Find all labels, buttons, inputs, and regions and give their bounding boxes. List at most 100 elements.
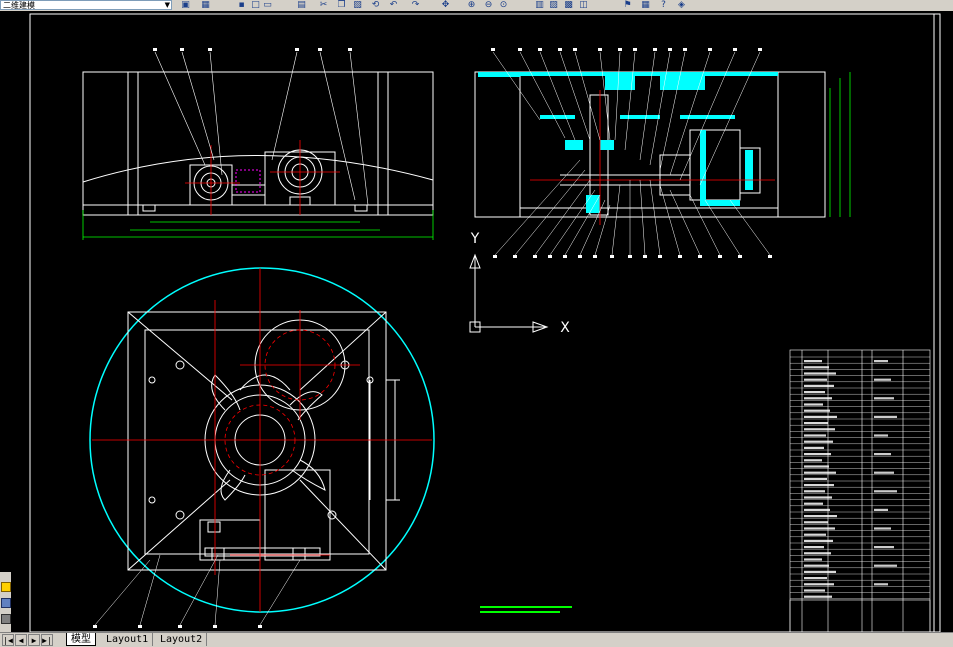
balloon-mark xyxy=(593,255,597,258)
calculator-icon[interactable]: ▦ xyxy=(640,0,651,10)
design-center-icon[interactable]: ▨ xyxy=(548,0,559,10)
snap-icon[interactable] xyxy=(1,598,11,608)
balloon-mark xyxy=(578,255,582,258)
parts-list-cell xyxy=(804,372,836,375)
parts-list-cell xyxy=(874,378,891,381)
save-icon[interactable]: ▪ xyxy=(236,0,247,10)
cad-drawing[interactable]: Y X xyxy=(0,11,953,633)
sheet-set-icon[interactable]: ◫ xyxy=(578,0,589,10)
side-view-fill xyxy=(478,72,778,213)
parts-list-text xyxy=(804,360,897,598)
parts-list-cell xyxy=(804,533,826,536)
parts-list-cell xyxy=(874,583,888,586)
zoom-window-icon[interactable]: ⊖ xyxy=(483,0,494,10)
properties-icon[interactable]: ▣ xyxy=(180,0,191,10)
balloon-mark xyxy=(573,48,577,51)
balloon-mark xyxy=(610,255,614,258)
ortho-icon[interactable] xyxy=(1,614,11,624)
zoom-realtime-icon[interactable]: ⊕ xyxy=(466,0,477,10)
balloon-mark xyxy=(698,255,702,258)
parts-list-cell xyxy=(874,508,888,511)
plan-view-leaders xyxy=(94,554,301,626)
cut-icon[interactable]: ✂ xyxy=(318,0,329,10)
parts-list-cell xyxy=(804,360,822,363)
grip-icon[interactable] xyxy=(1,582,11,592)
plan-view xyxy=(127,311,400,571)
parts-list-cell xyxy=(804,384,834,387)
balloon-mark xyxy=(258,625,262,628)
parts-list-cell xyxy=(874,397,894,400)
last-tab-icon[interactable]: ▶| xyxy=(41,634,53,646)
parts-list-cell xyxy=(804,477,827,480)
balloon-mark xyxy=(733,48,737,51)
tool-palette-icon[interactable]: ▩ xyxy=(563,0,574,10)
parts-list-cell xyxy=(804,378,827,381)
prev-tab-icon[interactable]: ◀ xyxy=(15,634,27,646)
first-tab-icon[interactable]: |◀ xyxy=(2,634,14,646)
parts-list-cell xyxy=(874,360,888,363)
layer-icon[interactable]: ▦ xyxy=(200,0,211,10)
new-icon[interactable]: □ xyxy=(250,0,261,10)
balloon-mark xyxy=(318,48,322,51)
parts-list-cell xyxy=(874,527,891,530)
balloon-mark xyxy=(295,48,299,51)
open-icon[interactable]: ▭ xyxy=(262,0,273,10)
parts-list-cell xyxy=(804,397,832,400)
match-icon[interactable]: ⟲ xyxy=(370,0,381,10)
balloon-mark xyxy=(768,255,772,258)
copy-icon[interactable]: ❐ xyxy=(336,0,347,10)
paste-icon[interactable]: ▧ xyxy=(352,0,363,10)
parts-list-cell xyxy=(804,558,822,561)
properties-palette-icon[interactable]: ▥ xyxy=(534,0,545,10)
parts-list-cell xyxy=(804,508,830,511)
parts-list-cell xyxy=(804,403,823,406)
parts-list-cell xyxy=(804,577,827,580)
parts-list-cell xyxy=(804,391,825,394)
balloon-mark xyxy=(563,255,567,258)
balloon-mark xyxy=(658,255,662,258)
undo-icon[interactable]: ↶ xyxy=(388,0,399,10)
ucs-icon xyxy=(469,253,549,333)
balloon-mark xyxy=(153,48,157,51)
plan-view-centerlines xyxy=(92,268,432,612)
redo-icon[interactable]: ↷ xyxy=(410,0,421,10)
balloon-mark xyxy=(653,48,657,51)
layer-manager-icon[interactable]: ◈ xyxy=(676,0,687,10)
tab-layout1[interactable]: Layout1 xyxy=(102,633,154,646)
side-view-dimensions xyxy=(829,72,851,217)
ucs-x-label: X xyxy=(560,320,570,336)
parts-list-cell xyxy=(804,490,825,493)
parts-list-cell xyxy=(804,595,832,598)
print-icon[interactable]: ▤ xyxy=(296,0,307,10)
tab-model[interactable]: 模型 xyxy=(66,633,96,646)
balloon-mark xyxy=(718,255,722,258)
pan-icon[interactable]: ✥ xyxy=(440,0,451,10)
tab-layout2[interactable]: Layout2 xyxy=(156,633,208,646)
balloon-mark xyxy=(178,625,182,628)
parts-list-cell xyxy=(804,589,825,592)
parts-list-cell xyxy=(804,409,830,412)
parts-list-cell xyxy=(804,366,829,369)
parts-list-cell xyxy=(874,564,897,567)
balloon-mark xyxy=(598,48,602,51)
workspace-dropdown[interactable]: 二维建模 ▼ xyxy=(0,0,172,10)
workspace-value: 二维建模 xyxy=(3,1,35,10)
parts-list-cell xyxy=(804,546,824,549)
chevron-down-icon[interactable]: ▼ xyxy=(165,1,170,10)
markup-icon[interactable]: ⚑ xyxy=(622,0,633,10)
balloon-mark xyxy=(683,48,687,51)
drawing-canvas[interactable]: Y X xyxy=(0,11,953,633)
next-tab-icon[interactable]: ▶ xyxy=(28,634,40,646)
parts-list-cell xyxy=(804,465,829,468)
front-view-leaders xyxy=(154,51,369,206)
zoom-previous-icon[interactable]: ⊙ xyxy=(498,0,509,10)
parts-list-cell xyxy=(804,484,834,487)
parts-list-cell xyxy=(874,546,894,549)
technical-notes xyxy=(480,606,572,613)
parts-list-cell xyxy=(804,515,837,518)
balloon-mark xyxy=(533,255,537,258)
help-icon[interactable]: ? xyxy=(658,0,669,10)
parts-list-cell xyxy=(804,453,831,456)
parts-list-cell xyxy=(874,434,888,437)
parts-list-cell xyxy=(804,502,823,505)
